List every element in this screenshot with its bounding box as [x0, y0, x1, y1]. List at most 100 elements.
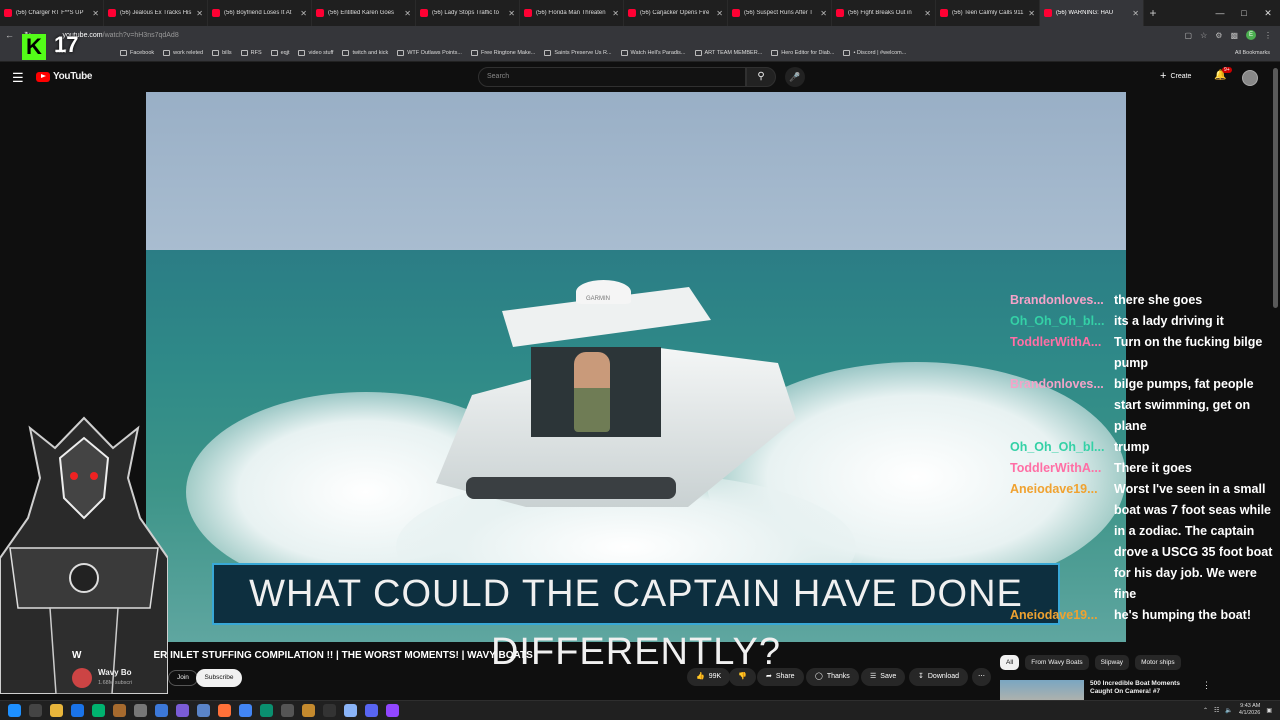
browser-tab[interactable]: (56) Suspect Runs After T ✕	[728, 0, 832, 26]
app-icon[interactable]	[176, 704, 189, 717]
microphone-icon[interactable]: 🎤	[785, 67, 805, 87]
app-icon[interactable]	[281, 704, 294, 717]
url-field[interactable]: youtube.com/watch?v=hH3ns7qdAd8	[63, 32, 179, 39]
bookmark-item[interactable]: Free Ringtone Make...	[470, 49, 535, 56]
settings-icon[interactable]	[344, 704, 357, 717]
chat-username[interactable]: Oh_Oh_Oh_bl...	[1010, 311, 1114, 332]
subscribe-button[interactable]: Subscribe	[196, 669, 242, 687]
like-button[interactable]: 👍 99K	[687, 668, 731, 686]
new-tab-icon[interactable]: +	[1144, 6, 1162, 20]
chat-username[interactable]: Brandonloves...	[1010, 374, 1114, 437]
browser-tab[interactable]: (56) Florida Man Threaten ✕	[520, 0, 624, 26]
firefox-icon[interactable]	[218, 704, 231, 717]
share-button[interactable]: ➦ Share	[757, 668, 804, 686]
wifi-icon[interactable]: ☷	[1214, 707, 1219, 714]
close-tab-icon[interactable]: ✕	[196, 9, 203, 18]
browser-tab[interactable]: (56) Carjacker Opens Fire ✕	[624, 0, 728, 26]
chrome-menu-icon[interactable]: ⋮	[1264, 31, 1272, 40]
discord-icon[interactable]	[365, 704, 378, 717]
app-icon[interactable]	[260, 704, 273, 717]
browser-tab[interactable]: (56) WARNING: HAU ✕	[1040, 0, 1144, 26]
back-icon[interactable]: ←	[5, 30, 14, 40]
app-icon[interactable]	[386, 704, 399, 717]
tray-chevron-icon[interactable]: ⌃	[1203, 707, 1208, 714]
all-bookmarks[interactable]: All Bookmarks	[1235, 50, 1270, 56]
browser-tab[interactable]: (56) Entitled Karen Goes ✕	[312, 0, 416, 26]
bookmark-item[interactable]: WTF Outlaws Points...	[397, 49, 462, 56]
more-actions-button[interactable]: ⋯	[972, 668, 991, 686]
close-tab-icon[interactable]: ✕	[404, 9, 411, 18]
join-button[interactable]: Join	[168, 670, 198, 686]
clock[interactable]: 9:43 AM 4/1/2026	[1239, 703, 1260, 717]
browser-tab[interactable]: (56) Boyfriend Loses It At ✕	[208, 0, 312, 26]
search-input[interactable]: Search	[478, 67, 746, 87]
create-button[interactable]: + Create	[1160, 70, 1191, 82]
file-explorer-icon[interactable]	[50, 704, 63, 717]
close-tab-icon[interactable]: ✕	[612, 9, 619, 18]
bookmark-item[interactable]: Saints Preserve Us R...	[544, 49, 612, 56]
search-taskbar-icon[interactable]	[29, 704, 42, 717]
filter-chip[interactable]: All	[1000, 655, 1020, 670]
save-button[interactable]: ☰ Save	[861, 668, 906, 686]
channel-avatar[interactable]	[72, 668, 92, 688]
chat-username[interactable]: Aneiodave19...	[1010, 479, 1114, 605]
chat-username[interactable]: Brandonloves...	[1010, 290, 1114, 311]
close-tab-icon[interactable]: ✕	[1132, 9, 1139, 18]
app-icon[interactable]	[134, 704, 147, 717]
mail-icon[interactable]	[71, 704, 84, 717]
close-tab-icon[interactable]: ✕	[924, 9, 931, 18]
youtube-logo[interactable]: YouTube	[36, 71, 93, 82]
page-scrollbar[interactable]	[1273, 68, 1278, 308]
app-icon[interactable]	[197, 704, 210, 717]
search-icon[interactable]: ⚲	[746, 67, 776, 87]
bookmark-item[interactable]: • Discord | #welcom...	[843, 49, 906, 56]
app-icon[interactable]	[155, 704, 168, 717]
extension-icon[interactable]: ⚙	[1215, 31, 1222, 40]
channel-name[interactable]: Wavy Bo	[98, 668, 132, 677]
install-icon[interactable]: ▢	[1185, 31, 1193, 40]
chat-username[interactable]: Aneiodave19...	[1010, 605, 1114, 626]
maximize-icon[interactable]: □	[1232, 0, 1256, 26]
close-tab-icon[interactable]: ✕	[508, 9, 515, 18]
filter-chip[interactable]: From Wavy Boats	[1025, 655, 1089, 670]
close-window-icon[interactable]: ✕	[1256, 0, 1280, 26]
bookmark-item[interactable]: Facebook	[120, 49, 154, 56]
browser-tab[interactable]: (56) Fight Breaks Out in ✕	[832, 0, 936, 26]
app-icon[interactable]	[302, 704, 315, 717]
video-player[interactable]: GARMIN	[146, 92, 1126, 642]
chrome-icon[interactable]	[239, 704, 252, 717]
app-icon[interactable]	[92, 704, 105, 717]
bookmark-item[interactable]: video stuff	[298, 49, 333, 56]
close-tab-icon[interactable]: ✕	[716, 9, 723, 18]
thanks-button[interactable]: ◯ Thanks	[806, 668, 859, 686]
close-tab-icon[interactable]: ✕	[820, 9, 827, 18]
browser-tab[interactable]: (56) Lady Stops Traffic to ✕	[416, 0, 520, 26]
chat-username[interactable]: ToddlerWithA...	[1010, 332, 1114, 374]
browser-tab[interactable]: (56) Charger RT F**S UP ✕	[0, 0, 104, 26]
chat-username[interactable]: Oh_Oh_Oh_bl...	[1010, 437, 1114, 458]
notification-icon[interactable]: ▣	[1266, 707, 1272, 714]
close-tab-icon[interactable]: ✕	[92, 9, 99, 18]
bookmark-item[interactable]: twitch and kick	[342, 49, 388, 56]
bookmark-item[interactable]: eqjt	[270, 49, 289, 56]
browser-tab[interactable]: (56) Jealous Ex Tracks His ✕	[104, 0, 208, 26]
filter-chip[interactable]: Motor ships	[1135, 655, 1181, 670]
start-icon[interactable]	[8, 704, 21, 717]
download-button[interactable]: ↧ Download	[909, 668, 969, 686]
hamburger-menu-icon[interactable]: ☰	[12, 70, 24, 86]
bookmark-item[interactable]: work releted	[163, 49, 203, 56]
chat-username[interactable]: ToddlerWithA...	[1010, 458, 1114, 479]
app-icon[interactable]	[113, 704, 126, 717]
bookmark-item[interactable]: bills	[212, 49, 232, 56]
minimize-icon[interactable]: —	[1208, 0, 1232, 26]
bookmark-item[interactable]: ART TEAM MEMBER...	[694, 49, 762, 56]
bookmark-star-icon[interactable]: ☆	[1200, 31, 1207, 40]
bookmark-item[interactable]: RFS	[240, 49, 262, 56]
account-avatar[interactable]	[1242, 70, 1258, 86]
close-tab-icon[interactable]: ✕	[300, 9, 307, 18]
bookmark-item[interactable]: Hero Editor for Diab...	[771, 49, 834, 56]
browser-tab[interactable]: (56) Teen Calmly Calls 911 ✕	[936, 0, 1040, 26]
profile-avatar[interactable]: E	[1246, 30, 1256, 40]
volume-icon[interactable]: 🔈	[1225, 707, 1232, 714]
filter-chip[interactable]: Slipway	[1094, 655, 1130, 670]
